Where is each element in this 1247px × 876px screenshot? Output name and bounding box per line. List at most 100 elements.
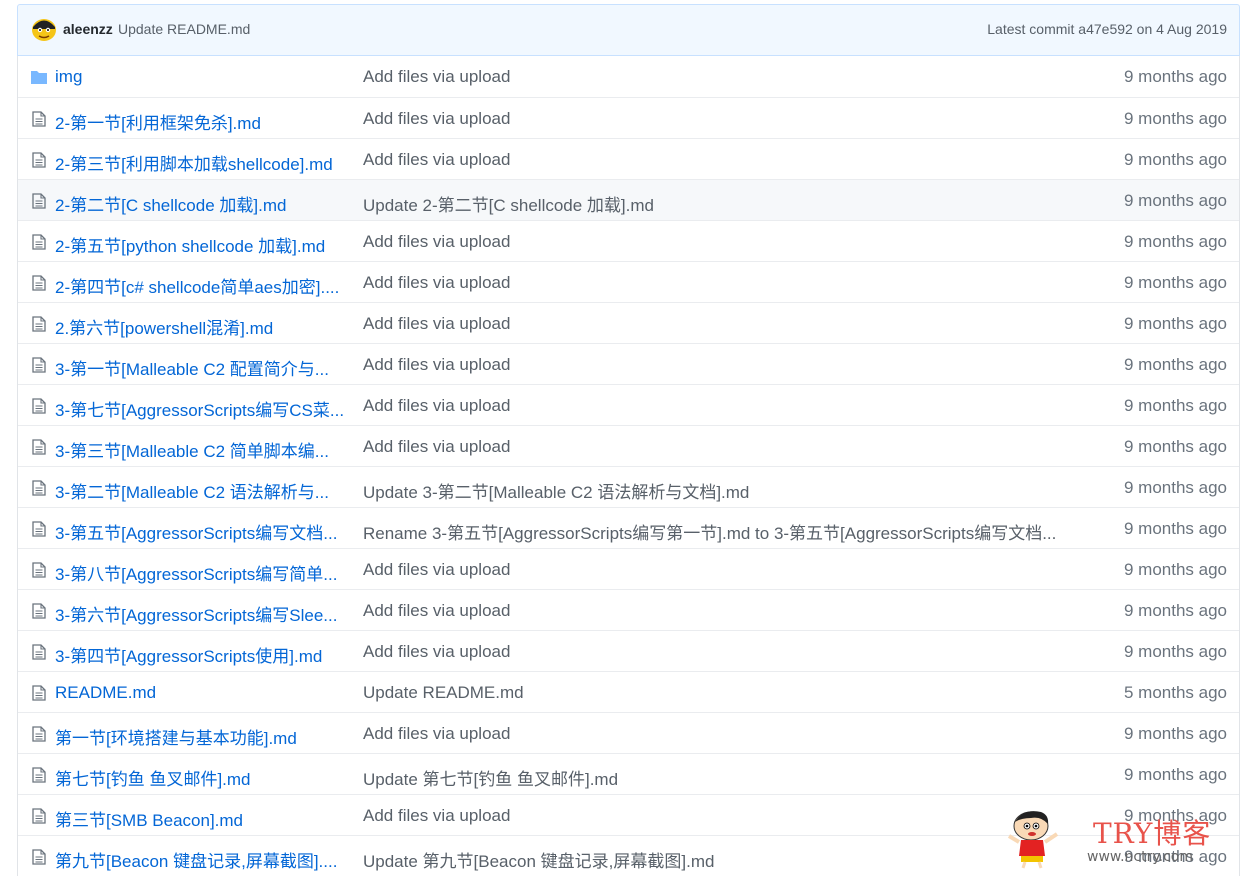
file-name-link[interactable]: 3-第七节[AggressorScripts编写CS菜...: [55, 396, 347, 421]
commit-message-link[interactable]: Add files via upload: [363, 355, 1075, 375]
commit-message-link[interactable]: Update 3-第二节[Malleable C2 语法解析与文档].md: [363, 478, 1075, 503]
file-list: img Add files via upload 9 months ago 2-第一节…: [17, 56, 1240, 876]
file-row[interactable]: 3-第三节[Malleable C2 简单脚本编... Add files via…: [18, 425, 1239, 466]
file-row[interactable]: README.md Update README.md 5 months ago: [18, 671, 1239, 712]
file-row[interactable]: 2-第二节[C shellcode 加载].md Update 2-第二节[C s…: [18, 179, 1239, 220]
commit-age: 9 months ago: [1123, 437, 1227, 456]
commit-age: 9 months ago: [1123, 273, 1227, 292]
cartoon-character-icon: [1007, 811, 1059, 869]
commit-message-link[interactable]: Add files via upload: [363, 396, 1075, 416]
commit-age: 9 months ago: [1123, 560, 1227, 579]
file-name-link[interactable]: 3-第五节[AggressorScripts编写文档...: [55, 519, 347, 544]
file-row[interactable]: 2-第一节[利用框架免杀].md Add files via upload 9 mo…: [18, 97, 1239, 138]
file-name-link[interactable]: 第七节[钓鱼 鱼叉邮件].md: [55, 765, 347, 790]
file-icon: [30, 808, 48, 824]
commit-message-link[interactable]: Add files via upload: [363, 150, 1075, 170]
file-row[interactable]: 3-第八节[AggressorScripts编写简单... Add files v…: [18, 548, 1239, 589]
commit-message-link[interactable]: Add files via upload: [363, 67, 1075, 87]
commit-message-link[interactable]: Add files via upload: [363, 437, 1075, 457]
watermark: TRY博客 www.nctry.com: [1003, 806, 1233, 870]
commit-message-link[interactable]: Update 第九节[Beacon 键盘记录,屏幕截图].md: [363, 847, 1075, 872]
file-name-link[interactable]: 第三节[SMB Beacon].md: [55, 806, 347, 831]
commit-message-link[interactable]: Add files via upload: [363, 806, 1075, 826]
commit-message-link[interactable]: Add files via upload: [363, 314, 1075, 334]
commit-message-link[interactable]: Update 2-第二节[C shellcode 加载].md: [363, 191, 1075, 216]
commit-age: 9 months ago: [1123, 478, 1227, 497]
file-name-link[interactable]: 3-第二节[Malleable C2 语法解析与...: [55, 478, 347, 503]
file-name-link[interactable]: 3-第四节[AggressorScripts使用].md: [55, 642, 347, 667]
commit-age: 9 months ago: [1123, 191, 1227, 210]
commit-message-link[interactable]: Add files via upload: [363, 109, 1075, 129]
file-name-link[interactable]: 第九节[Beacon 键盘记录,屏幕截图]....: [55, 847, 347, 872]
commit-message[interactable]: Update README.md: [118, 21, 250, 37]
file-name-link[interactable]: 2-第四节[c# shellcode简单aes加密]....: [55, 273, 347, 298]
commit-message-link[interactable]: Add files via upload: [363, 601, 1075, 621]
file-name-link[interactable]: 2-第一节[利用框架免杀].md: [55, 109, 347, 134]
file-icon: [30, 726, 48, 742]
file-name-link[interactable]: 3-第八节[AggressorScripts编写简单...: [55, 560, 347, 585]
file-name-link[interactable]: 3-第三节[Malleable C2 简单脚本编...: [55, 437, 347, 462]
file-icon: [30, 767, 48, 783]
folder-icon: [30, 69, 48, 85]
file-row[interactable]: 第一节[环境搭建与基本功能].md Add files via upload 9 m…: [18, 712, 1239, 753]
commit-message-link[interactable]: Rename 3-第五节[AggressorScripts编写第一节].md t…: [363, 519, 1075, 544]
commit-message-link[interactable]: Add files via upload: [363, 232, 1075, 252]
file-icon: [30, 849, 48, 865]
latest-commit-bar: aleenzz Update README.md Latest commit a…: [17, 4, 1240, 56]
commit-age: 9 months ago: [1123, 519, 1227, 538]
file-row[interactable]: 2-第五节[python shellcode 加载].md Add files v…: [18, 220, 1239, 261]
file-row[interactable]: 3-第二节[Malleable C2 语法解析与... Update 3-第二节[…: [18, 466, 1239, 507]
file-name-link[interactable]: 3-第六节[AggressorScripts编写Slee...: [55, 601, 347, 626]
file-name-link[interactable]: 2-第三节[利用脚本加载shellcode].md: [55, 150, 347, 175]
file-name-link[interactable]: 3-第一节[Malleable C2 配置简介与...: [55, 355, 347, 380]
file-row[interactable]: img Add files via upload 9 months ago: [18, 56, 1239, 97]
watermark-url: www.nctry.com: [1087, 849, 1193, 865]
file-icon: [30, 439, 48, 455]
commit-message-link[interactable]: Add files via upload: [363, 642, 1075, 662]
file-icon: [30, 685, 48, 701]
commit-age: 9 months ago: [1123, 601, 1227, 620]
file-row[interactable]: 2-第四节[c# shellcode简单aes加密].... Add files …: [18, 261, 1239, 302]
file-name-link[interactable]: img: [55, 67, 347, 87]
commit-age: 9 months ago: [1123, 314, 1227, 333]
commit-message-link[interactable]: Add files via upload: [363, 724, 1075, 744]
commit-age: 9 months ago: [1123, 724, 1227, 743]
latest-commit-info[interactable]: Latest commit a47e592 on 4 Aug 2019: [987, 21, 1227, 37]
file-icon: [30, 152, 48, 168]
watermark-title: TRY博客: [1093, 817, 1212, 850]
commit-age: 9 months ago: [1123, 355, 1227, 374]
file-row[interactable]: 第七节[钓鱼 鱼叉邮件].md Update 第七节[钓鱼 鱼叉邮件].md 9 m…: [18, 753, 1239, 794]
file-icon: [30, 193, 48, 209]
file-row[interactable]: 3-第四节[AggressorScripts使用].md Add files vi…: [18, 630, 1239, 671]
commit-message-link[interactable]: Add files via upload: [363, 273, 1075, 293]
commit-age: 9 months ago: [1123, 396, 1227, 415]
file-icon: [30, 603, 48, 619]
commit-message-link[interactable]: Update 第七节[钓鱼 鱼叉邮件].md: [363, 765, 1075, 790]
file-icon: [30, 521, 48, 537]
file-icon: [30, 480, 48, 496]
commit-age: 9 months ago: [1123, 232, 1227, 251]
file-row[interactable]: 2.第六节[powershell混淆].md Add files via uplo…: [18, 302, 1239, 343]
file-icon: [30, 234, 48, 250]
file-row[interactable]: 3-第一节[Malleable C2 配置简介与... Add files via…: [18, 343, 1239, 384]
file-row[interactable]: 3-第七节[AggressorScripts编写CS菜... Add files …: [18, 384, 1239, 425]
commit-message-link[interactable]: Update README.md: [363, 683, 1075, 703]
commit-message-link[interactable]: Add files via upload: [363, 560, 1075, 580]
file-icon: [30, 275, 48, 291]
file-name-link[interactable]: 2.第六节[powershell混淆].md: [55, 314, 347, 339]
file-row[interactable]: 3-第六节[AggressorScripts编写Slee... Add files…: [18, 589, 1239, 630]
file-icon: [30, 562, 48, 578]
file-name-link[interactable]: 2-第二节[C shellcode 加载].md: [55, 191, 347, 216]
file-name-link[interactable]: 2-第五节[python shellcode 加载].md: [55, 232, 347, 257]
file-icon: [30, 357, 48, 373]
file-icon: [30, 111, 48, 127]
file-row[interactable]: 2-第三节[利用脚本加载shellcode].md Add files via u…: [18, 138, 1239, 179]
commit-age: 9 months ago: [1123, 642, 1227, 661]
file-row[interactable]: 3-第五节[AggressorScripts编写文档... Rename 3-第五…: [18, 507, 1239, 548]
commit-author[interactable]: aleenzz: [63, 21, 113, 37]
commit-age: 5 months ago: [1123, 683, 1227, 702]
file-name-link[interactable]: 第一节[环境搭建与基本功能].md: [55, 724, 347, 749]
user-avatar[interactable]: [31, 16, 57, 42]
file-icon: [30, 398, 48, 414]
file-name-link[interactable]: README.md: [55, 683, 347, 703]
